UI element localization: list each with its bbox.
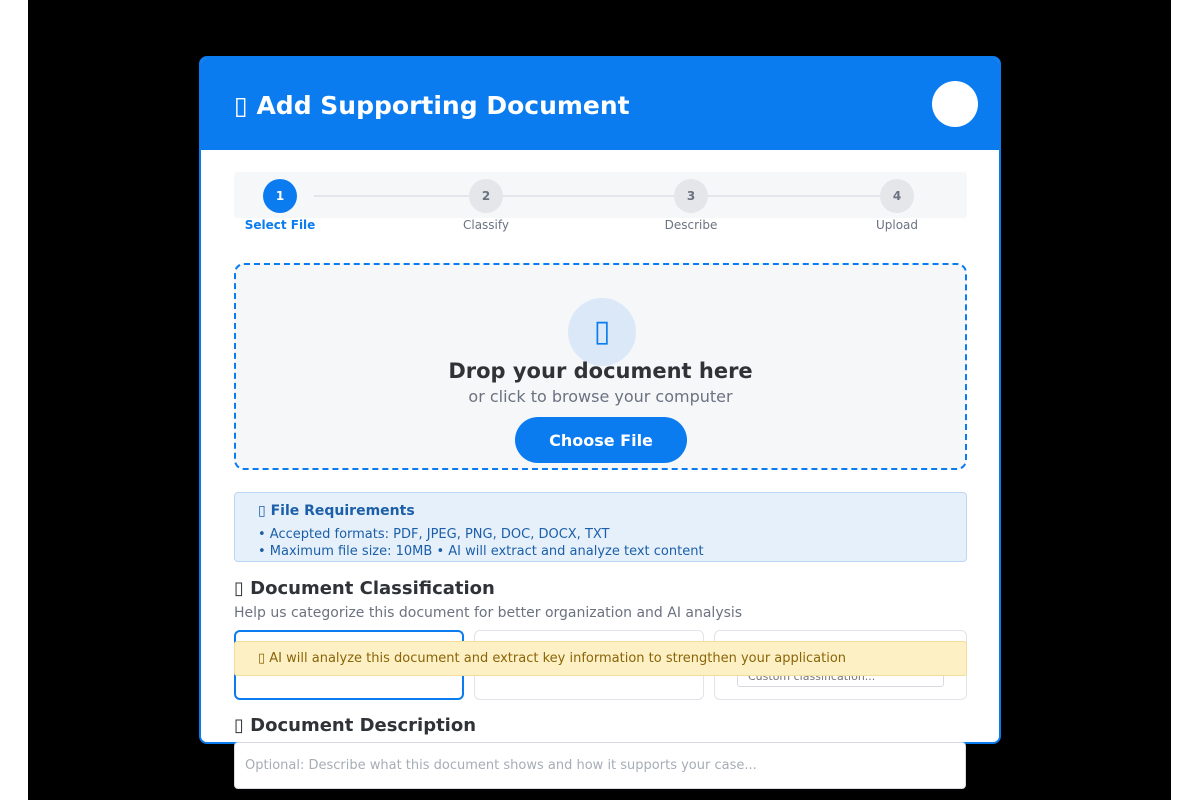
step-2-label: Classify xyxy=(462,218,510,232)
dropzone-subtitle: or click to browse your computer xyxy=(468,387,733,406)
step-3-label: Describe xyxy=(664,218,718,232)
classification-subtitle: Help us categorize this document for bet… xyxy=(234,605,743,621)
modal-title: ▯ Add Supporting Document xyxy=(234,91,630,120)
stepper: 1 2 3 4 xyxy=(234,172,967,218)
step-4-label: Upload xyxy=(875,218,919,232)
file-dropzone[interactable]: ▯ Drop your document here or click to br… xyxy=(234,263,967,470)
modal-header: ▯ Add Supporting Document xyxy=(201,58,999,150)
step-2-indicator[interactable]: 2 xyxy=(469,179,503,213)
step-1-indicator[interactable]: 1 xyxy=(263,179,297,213)
close-button[interactable] xyxy=(932,81,978,127)
dropzone-title: Drop your document here xyxy=(448,359,753,383)
requirements-size: • Maximum file size: 10MB • AI will extr… xyxy=(258,544,704,559)
classification-title: ▯ Document Classification xyxy=(234,578,495,599)
document-description-input[interactable] xyxy=(234,742,966,789)
requirements-formats: • Accepted formats: PDF, JPEG, PNG, DOC,… xyxy=(258,527,610,542)
add-document-modal: ▯ Add Supporting Document 1 2 3 4 Select… xyxy=(199,56,1001,744)
ai-analysis-notice: ▯ AI will analyze this document and extr… xyxy=(234,641,967,676)
stepper-track xyxy=(314,195,914,197)
requirements-title: ▯ File Requirements xyxy=(258,503,415,519)
step-1-label: Select File xyxy=(244,218,316,232)
upload-icon: ▯ xyxy=(568,298,636,366)
file-requirements-box: ▯ File Requirements • Accepted formats: … xyxy=(234,492,967,562)
step-4-indicator[interactable]: 4 xyxy=(880,179,914,213)
choose-file-button[interactable]: Choose File xyxy=(515,417,687,463)
step-3-indicator[interactable]: 3 xyxy=(674,179,708,213)
description-title: ▯ Document Description xyxy=(234,715,477,736)
